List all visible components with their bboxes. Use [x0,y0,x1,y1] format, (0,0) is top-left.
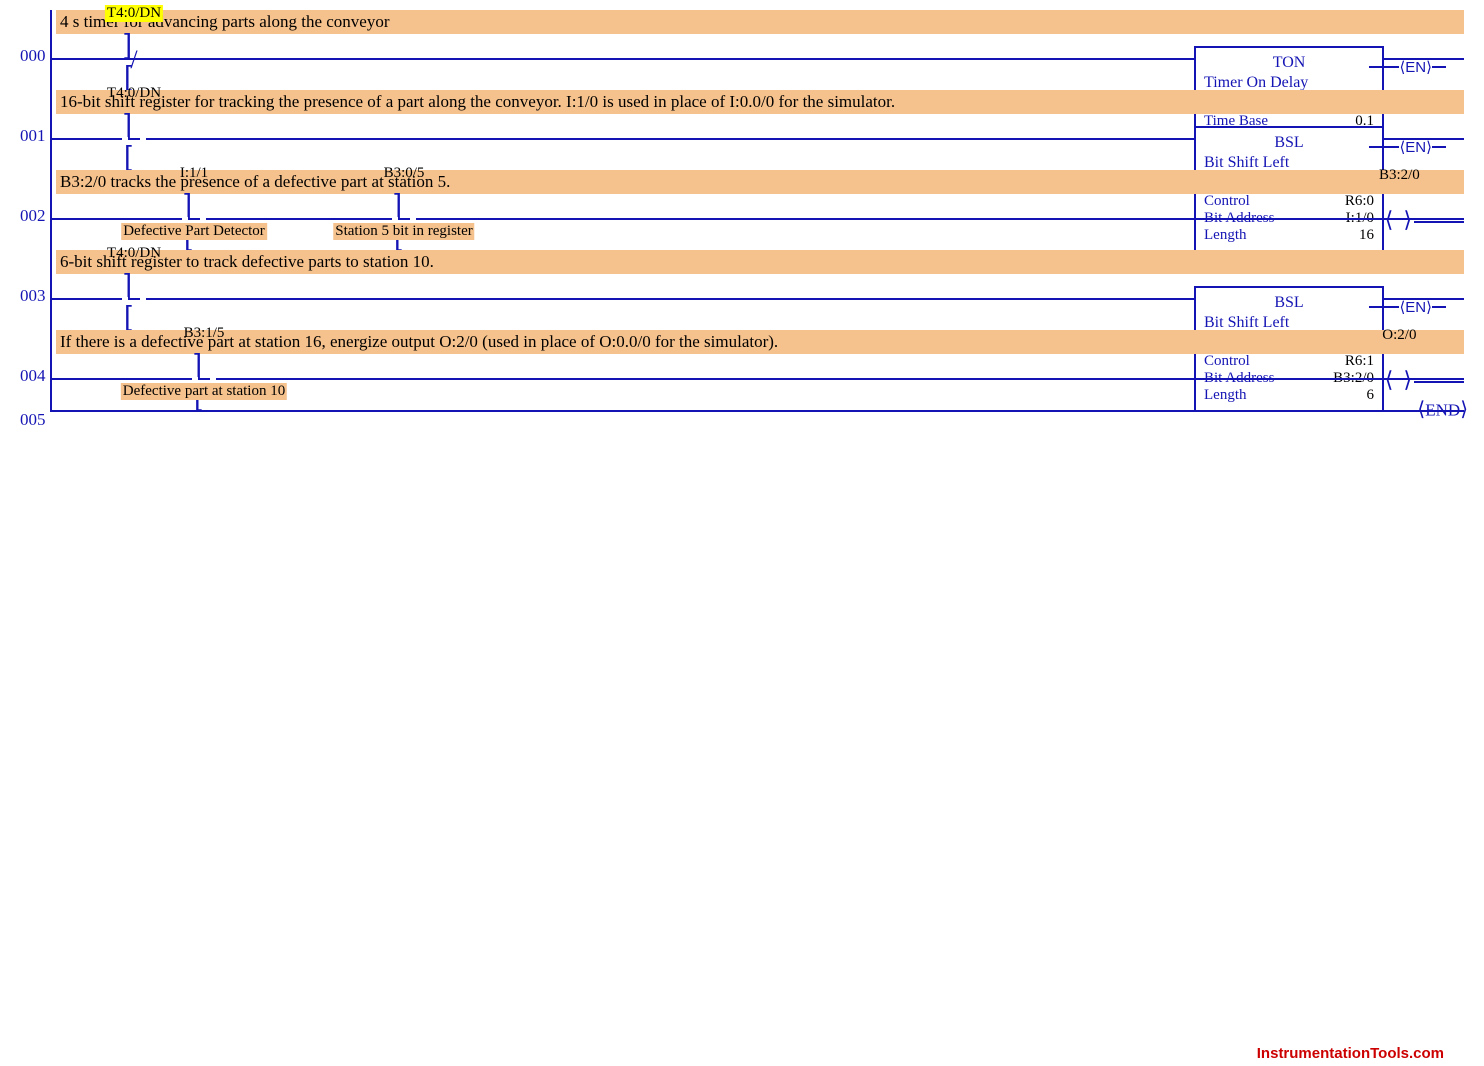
rung-003: 6-bit shift register to track defective … [52,250,1464,300]
rung-number: 000 [20,46,46,66]
rung-comment: If there is a defective part at station … [56,330,1464,354]
rung-comment: 4 s timer for advancing parts along the … [56,10,1464,34]
rung-number: 004 [20,366,46,386]
contact-xic: I:1/1 ] [ Defective Part Detector [172,205,216,235]
rung-number: 002 [20,206,46,226]
rung-000: 4 s timer for advancing parts along the … [52,10,1464,60]
output-coil: B3:2/0 ⟨ ⟩ [1385,207,1414,233]
pin-en: ⟨EN⟩ [1369,58,1446,76]
contact-xic: B3:1/5 ] [ Defective part at station 10 [182,365,226,395]
contact-label: B3:0/5 [384,165,425,182]
rung-rail: B3:1/5 ] [ Defective part at station 10 … [52,378,1464,380]
rung-comment: 6-bit shift register to track defective … [56,250,1464,274]
rung-number: 001 [20,126,46,146]
rung-rail: T4:0/DN ] [/ TON Timer On Delay TimerT4:… [52,58,1464,60]
rung-001: 16-bit shift register for tracking the p… [52,90,1464,140]
pin-en: ⟨EN⟩ [1369,138,1446,156]
rung-005: 005⟨END⟩ [52,410,1464,412]
ladder-container: 4 s timer for advancing parts along the … [50,10,1464,412]
rung-comment: 16-bit shift register for tracking the p… [56,90,1464,114]
contact-desc: Defective part at station 10 [121,383,287,400]
rung-002: B3:2/0 tracks the presence of a defectiv… [52,170,1464,220]
contact-label: T4:0/DN [107,85,161,102]
rung-comment: B3:2/0 tracks the presence of a defectiv… [56,170,1464,194]
contact-label: T4:0/DN [105,5,163,22]
contact-label: T4:0/DN [107,245,161,262]
watermark: InstrumentationTools.com [1257,1045,1444,1062]
output-coil: O:2/0 ⟨ ⟩ [1385,367,1414,393]
contact-label: I:1/1 [180,165,208,182]
contact-xic: B3:0/5 ] [ Station 5 bit in register [382,205,426,235]
pin-en: ⟨EN⟩ [1369,298,1446,316]
rung-rail: ⟨END⟩ [52,410,1464,412]
contact-xic: T4:0/DN ] [ [112,125,156,155]
end-marker: ⟨END⟩ [1417,397,1468,422]
contact-desc: Defective Part Detector [121,223,267,240]
contact-xio: T4:0/DN ] [/ [112,45,156,75]
rung-rail: T4:0/DN ] [ BSL Bit Shift Left File#B3:1… [52,298,1464,300]
rung-number: 003 [20,286,46,306]
contact-label: B3:1/5 [184,325,225,342]
rung-rail: I:1/1 ] [ Defective Part Detector B3:0/5… [52,218,1464,220]
rung-004: If there is a defective part at station … [52,330,1464,380]
contact-xic: T4:0/DN ] [ [112,285,156,315]
contact-desc: Station 5 bit in register [333,223,474,240]
rung-rail: T4:0/DN ] [ BSL Bit Shift Left File#B3:0… [52,138,1464,140]
rung-number: 005 [20,410,46,430]
